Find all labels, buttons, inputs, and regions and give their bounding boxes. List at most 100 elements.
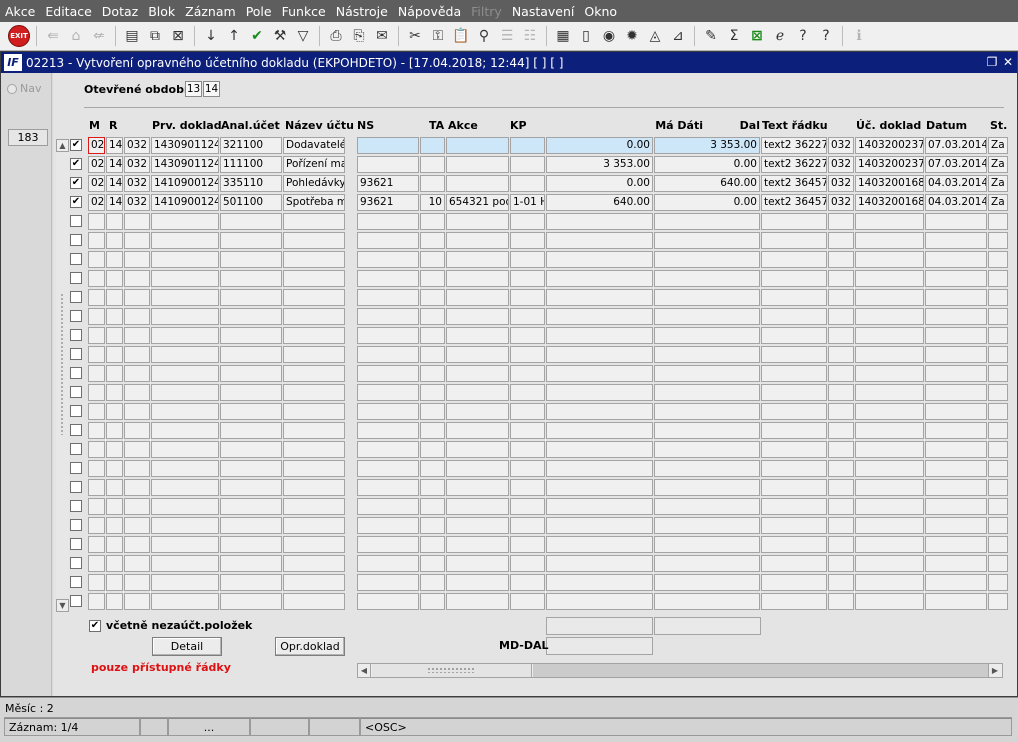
calculator-icon[interactable]: ▦ xyxy=(553,26,573,46)
cell-anal[interactable] xyxy=(220,498,282,515)
cell-st[interactable] xyxy=(988,346,1008,363)
cell-c3[interactable] xyxy=(124,460,150,477)
cell-datum[interactable] xyxy=(925,479,987,496)
cell-kp[interactable] xyxy=(510,403,545,420)
cell-ns[interactable] xyxy=(357,346,419,363)
column-header[interactable]: St. xyxy=(990,119,1007,132)
cell-text[interactable] xyxy=(761,441,827,458)
cell-akce[interactable] xyxy=(446,156,509,173)
cell-kp[interactable] xyxy=(510,555,545,572)
cell-st[interactable] xyxy=(988,251,1008,268)
cell-text[interactable] xyxy=(761,460,827,477)
cell-ucdoklad[interactable] xyxy=(855,403,924,420)
cell-ns[interactable] xyxy=(357,441,419,458)
cell-datum[interactable]: 04.03.2014 xyxy=(925,175,987,192)
cell-text[interactable] xyxy=(761,346,827,363)
cell-nazev[interactable] xyxy=(283,232,345,249)
cell-nazev[interactable] xyxy=(283,384,345,401)
cell-st[interactable] xyxy=(988,289,1008,306)
cell-madati[interactable] xyxy=(546,479,653,496)
cell-ta[interactable] xyxy=(420,574,445,591)
home-icon[interactable]: ⌂ xyxy=(66,26,86,46)
cell-prv[interactable] xyxy=(151,384,219,401)
cell-m[interactable]: 02 xyxy=(88,194,105,211)
cell-ta[interactable] xyxy=(420,384,445,401)
column-header[interactable]: Akce xyxy=(448,119,478,132)
cell-nazev[interactable]: Pořízení mat xyxy=(283,156,345,173)
cell-ta[interactable] xyxy=(420,536,445,553)
cell-akce[interactable] xyxy=(446,251,509,268)
cell-anal[interactable] xyxy=(220,270,282,287)
cell-r[interactable] xyxy=(106,498,123,515)
cell-datum[interactable] xyxy=(925,365,987,382)
cell-dal[interactable] xyxy=(654,403,760,420)
cell-r[interactable] xyxy=(106,441,123,458)
cell-datum[interactable] xyxy=(925,460,987,477)
cell-ns[interactable] xyxy=(357,251,419,268)
cell-akce[interactable] xyxy=(446,384,509,401)
cell-kp[interactable] xyxy=(510,346,545,363)
cell-dal[interactable] xyxy=(654,308,760,325)
cell-r[interactable] xyxy=(106,365,123,382)
cell-prv[interactable] xyxy=(151,536,219,553)
cell-ta[interactable] xyxy=(420,137,445,154)
cell-text[interactable] xyxy=(761,593,827,610)
cell-text[interactable] xyxy=(761,422,827,439)
cell-c13[interactable] xyxy=(828,289,854,306)
cell-prv[interactable] xyxy=(151,479,219,496)
cell-datum[interactable] xyxy=(925,346,987,363)
cell-anal[interactable] xyxy=(220,517,282,534)
column-header[interactable]: NS xyxy=(357,119,374,132)
cell-st[interactable] xyxy=(988,574,1008,591)
cell-ucdoklad[interactable] xyxy=(855,270,924,287)
cell-anal[interactable] xyxy=(220,308,282,325)
cell-anal[interactable] xyxy=(220,289,282,306)
cell-st[interactable] xyxy=(988,384,1008,401)
cell-r[interactable] xyxy=(106,251,123,268)
cell-c13[interactable] xyxy=(828,555,854,572)
cell-anal[interactable] xyxy=(220,232,282,249)
cell-ns[interactable] xyxy=(357,460,419,477)
cell-c13[interactable] xyxy=(828,403,854,420)
cell-c13[interactable] xyxy=(828,251,854,268)
cell-madati[interactable]: 0.00 xyxy=(546,137,653,154)
cell-dal[interactable] xyxy=(654,422,760,439)
cell-r[interactable]: 14 xyxy=(106,175,123,192)
cell-text[interactable] xyxy=(761,574,827,591)
row-checkbox[interactable] xyxy=(70,519,82,531)
cell-nazev[interactable] xyxy=(283,403,345,420)
cell-ucdoklad[interactable] xyxy=(855,517,924,534)
cell-ta[interactable] xyxy=(420,175,445,192)
cell-ucdoklad[interactable] xyxy=(855,460,924,477)
menu-item-7[interactable]: Nástroje xyxy=(331,4,393,19)
cell-c13[interactable] xyxy=(828,460,854,477)
cell-kp[interactable] xyxy=(510,593,545,610)
cell-r[interactable] xyxy=(106,308,123,325)
cell-c3[interactable]: 032 xyxy=(124,156,150,173)
cell-kp[interactable] xyxy=(510,441,545,458)
cell-anal[interactable] xyxy=(220,441,282,458)
vertical-scrollbar[interactable]: ▲ ▼ xyxy=(56,139,69,613)
cell-c13[interactable] xyxy=(828,346,854,363)
info-icon[interactable]: ℹ xyxy=(849,26,869,46)
cell-m[interactable] xyxy=(88,251,105,268)
row-checkbox[interactable] xyxy=(70,348,82,360)
cell-c13[interactable] xyxy=(828,422,854,439)
cell-ucdoklad[interactable] xyxy=(855,422,924,439)
cell-c3[interactable] xyxy=(124,346,150,363)
cell-nazev[interactable] xyxy=(283,593,345,610)
cell-r[interactable] xyxy=(106,479,123,496)
cell-c3[interactable] xyxy=(124,536,150,553)
cell-m[interactable] xyxy=(88,384,105,401)
cell-m[interactable] xyxy=(88,441,105,458)
menu-item-11[interactable]: Okno xyxy=(579,4,622,19)
scissors-icon[interactable]: ✂ xyxy=(405,26,425,46)
cell-text[interactable] xyxy=(761,270,827,287)
cell-text[interactable]: text2 362271 xyxy=(761,156,827,173)
cell-text[interactable] xyxy=(761,536,827,553)
cell-st[interactable] xyxy=(988,460,1008,477)
cell-ta[interactable] xyxy=(420,422,445,439)
cell-kp[interactable] xyxy=(510,213,545,230)
cell-text[interactable] xyxy=(761,384,827,401)
cell-nazev[interactable] xyxy=(283,555,345,572)
